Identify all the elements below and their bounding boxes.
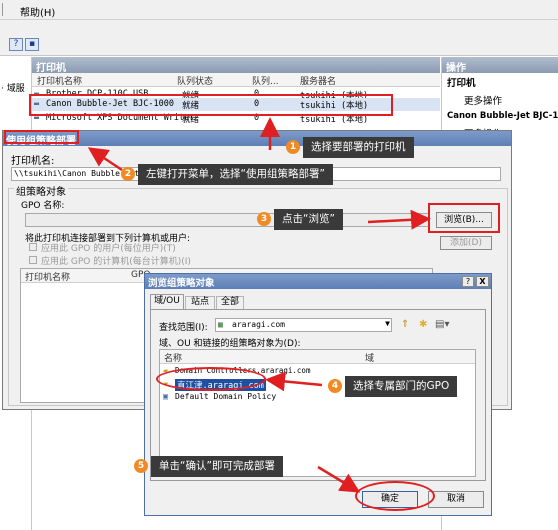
chevron-down-icon[interactable]: ▼ (385, 319, 390, 328)
look-in-select[interactable]: ▦ araragi.com ▼ (215, 318, 392, 332)
gpo-list-caption: 域、OU 和链接的组策略对象为(D): (159, 339, 301, 349)
help-icon[interactable]: ? (9, 38, 23, 51)
gpo-list-header: 名称 域 (160, 350, 475, 364)
highlight-browse-button (428, 203, 500, 233)
callout-1: 选择要部署的打印机 (303, 137, 414, 158)
step-badge-2: 2 (121, 167, 135, 181)
list-col-printer-name[interactable]: 打印机名称 (25, 270, 70, 283)
menu-item-help[interactable]: 帮助(H) (20, 4, 55, 19)
look-in-label: 查找范围(I): (159, 323, 208, 333)
add-button[interactable]: 添加(D) (440, 236, 492, 250)
highlight-selected-printer (29, 94, 393, 116)
tab-site[interactable]: 站点 (185, 296, 215, 309)
gpo-icon: ▣ (163, 392, 169, 402)
checkbox-users[interactable] (29, 243, 37, 251)
col-server-name[interactable]: 服务器名 (300, 74, 336, 87)
gpo-col-name[interactable]: 名称 (164, 351, 182, 364)
new-gpo-icon[interactable]: ✱ (419, 319, 427, 330)
highlight-selected-gpo (156, 367, 266, 391)
step-badge-5: 5 (134, 459, 148, 473)
gpo-group-label: 组策略对象 (14, 183, 68, 198)
gpo-list-item[interactable]: ▣ Default Domain Policy (160, 391, 360, 404)
col-printer-name[interactable]: 打印机名称 (37, 74, 82, 87)
step-badge-4: 4 (328, 379, 342, 393)
gpo-col-domain[interactable]: 域 (365, 351, 374, 364)
callout-5: 单击“确认”即可完成部署 (151, 456, 283, 477)
gpo-name-field[interactable] (25, 213, 430, 227)
menu-item-previous[interactable] (2, 3, 18, 16)
printers-column-header: 打印机名称 队列状态 队列... 服务器名 (32, 73, 440, 87)
actions-panel-header: 操作 (442, 57, 558, 74)
properties-icon[interactable]: ▪ (25, 38, 39, 51)
cancel-button[interactable]: 取消 (428, 491, 484, 508)
help-button[interactable]: ? (462, 276, 474, 287)
col-queue[interactable]: 队列... (252, 74, 279, 87)
printers-panel-header: 打印机 (32, 57, 440, 74)
highlight-ok-button (355, 481, 435, 511)
toolbar: ? ▪ (0, 20, 558, 56)
gpo-name-label: GPO 名称: (21, 201, 65, 211)
browse-dialog-title: 浏览组策略对象 (145, 274, 491, 289)
look-in-value: araragi.com (232, 320, 285, 329)
step-badge-1: 1 (286, 140, 300, 154)
callout-2: 左键打开菜单，选择“使用组策略部署” (138, 164, 333, 185)
checkbox-computers-label: 应用此 GPO 的计算机(每台计算机)(I) (41, 257, 191, 267)
printer-name-label: 打印机名: (11, 156, 55, 167)
checkbox-computers[interactable] (29, 256, 37, 264)
actions-section-printer: Canon Bubble-Jet BJC-1 (447, 111, 558, 121)
domain-icon: ▦ (218, 320, 223, 329)
deploy-dialog-title: 使用组策略部署 (3, 131, 511, 147)
highlight-dialog-title (4, 130, 79, 144)
up-folder-icon[interactable]: ⇑ (401, 319, 409, 330)
checkbox-users-label: 应用此 GPO 的用户(每位用户)(T) (41, 244, 176, 254)
tab-domain-ou[interactable]: 域/OU (150, 294, 184, 309)
callout-4: 选择专属部门的GPO (345, 376, 458, 397)
tab-all[interactable]: 全部 (216, 296, 244, 309)
tree-item-domain[interactable]: · 域服 (1, 81, 25, 94)
gpo-item-name: Default Domain Policy (175, 392, 277, 401)
step-badge-3: 3 (257, 212, 271, 226)
actions-more[interactable]: 更多操作 (464, 93, 502, 107)
menu-bar: 帮助(H) (0, 0, 558, 20)
close-button[interactable]: X (476, 276, 489, 287)
callout-3: 点击“浏览” (274, 209, 343, 230)
col-queue-status[interactable]: 队列状态 (177, 74, 213, 87)
actions-section-printers: 打印机 (447, 78, 476, 89)
view-menu-icon[interactable]: ▤▾ (435, 319, 449, 330)
